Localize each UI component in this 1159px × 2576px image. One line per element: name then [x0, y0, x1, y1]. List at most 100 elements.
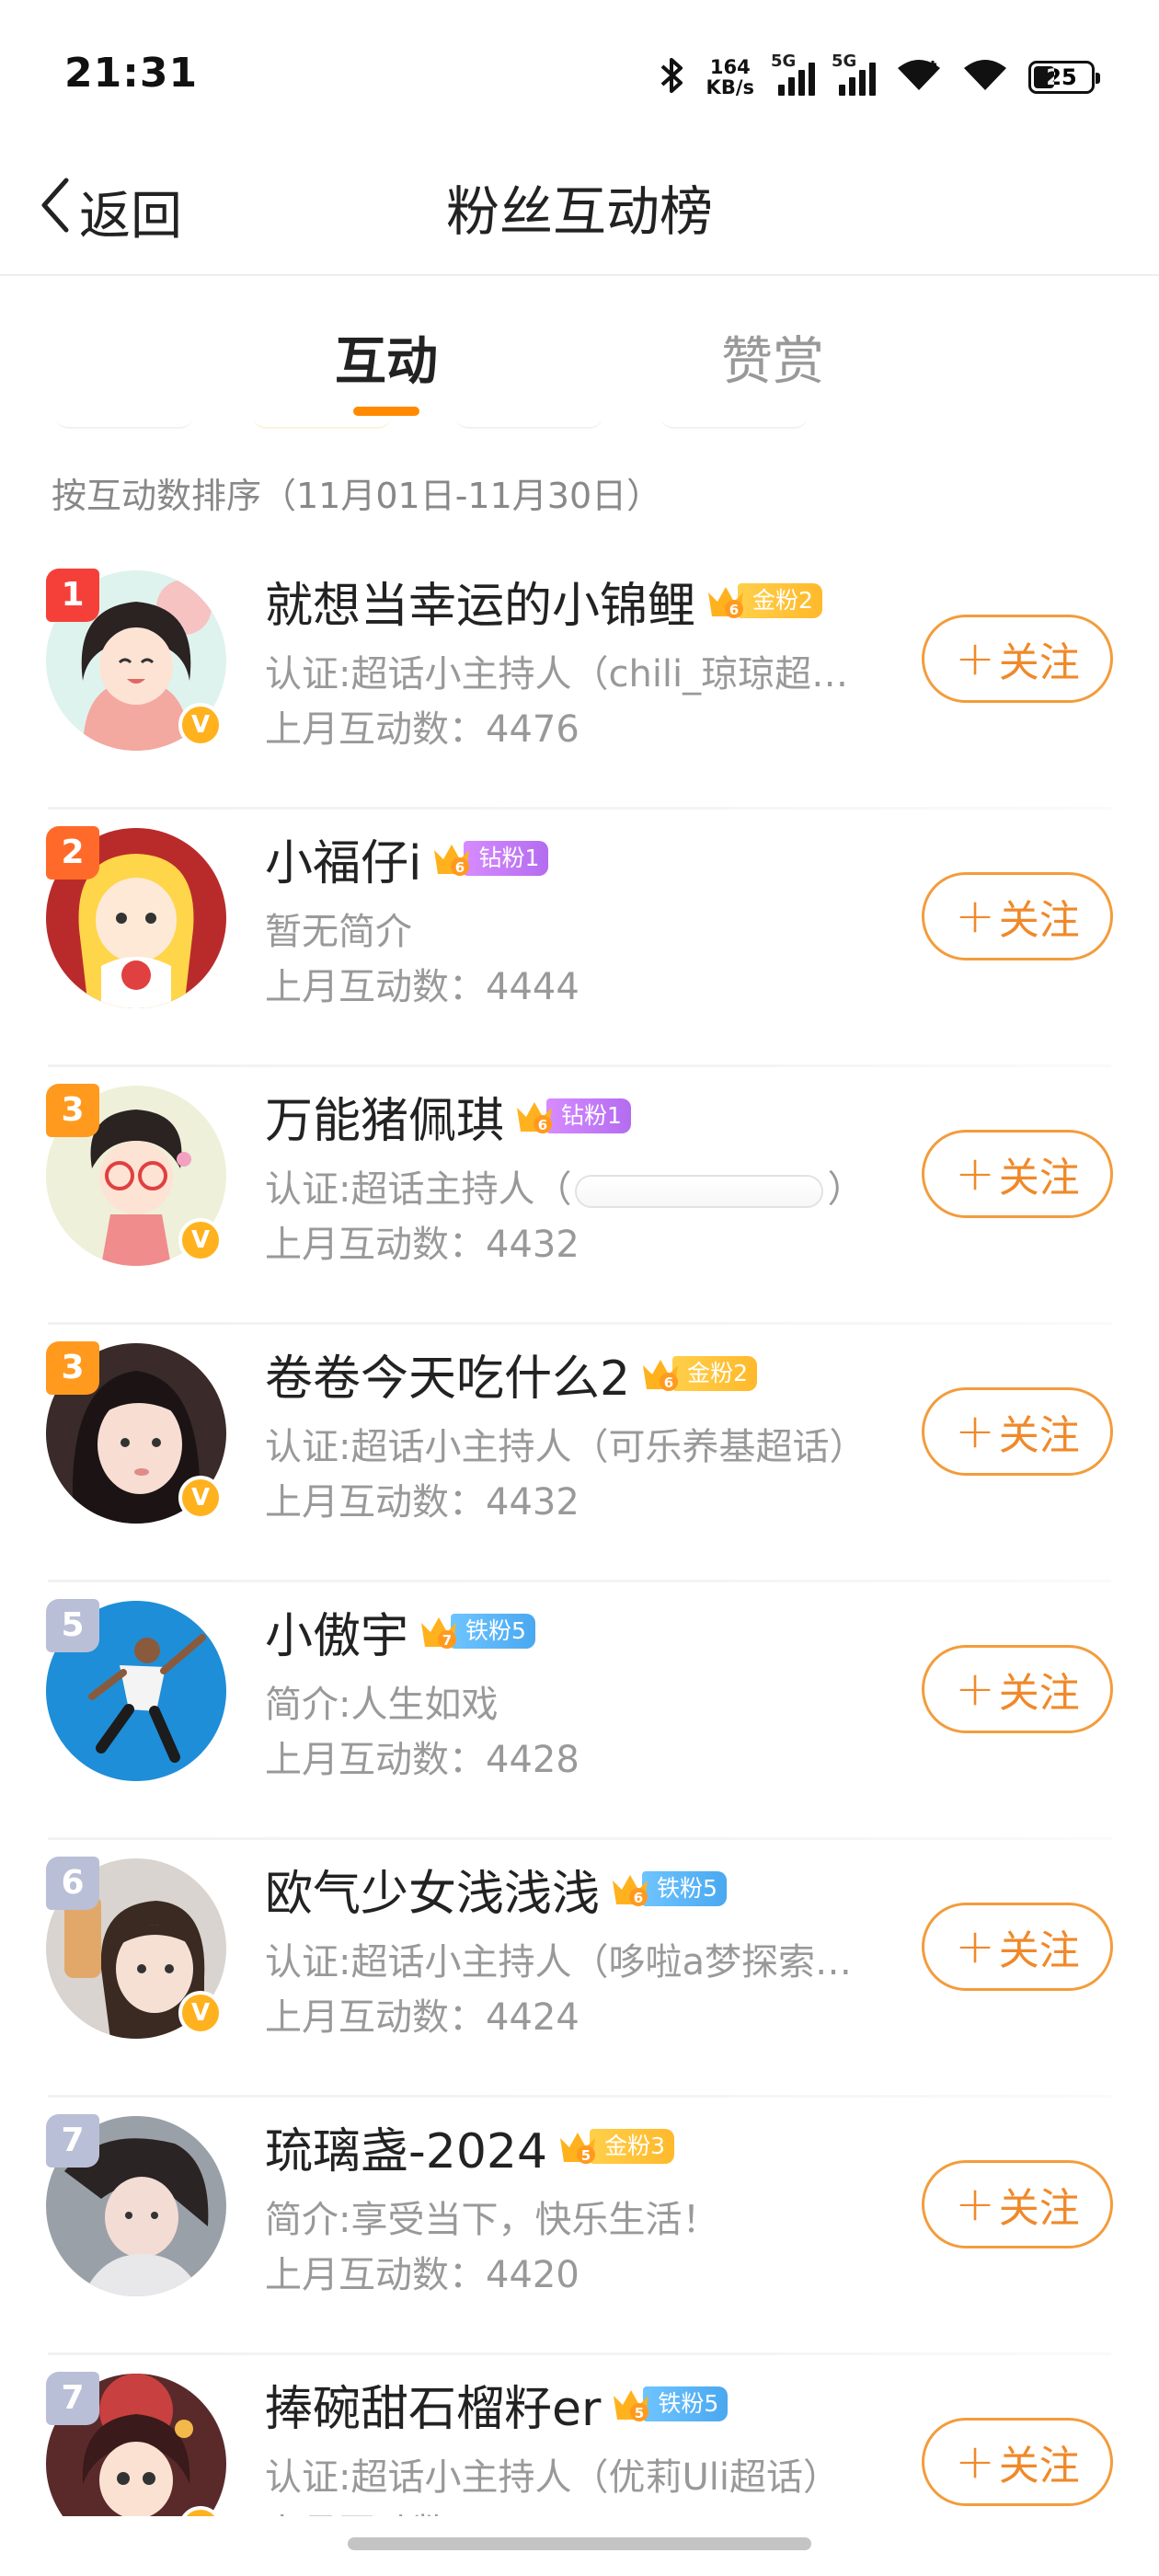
plus-icon: +	[955, 2434, 995, 2490]
tab-reward[interactable]: 赞赏	[662, 320, 883, 395]
list-item[interactable]: 3 V 卷卷今天吃什么2 6 金粉2 认证:超话小主持人（可乐养基超话） 上月互…	[0, 1325, 1159, 1582]
fan-level-badge: 6 钻粉1	[430, 837, 549, 880]
follow-button[interactable]: + 关注	[922, 615, 1113, 703]
crown-icon: 5	[610, 2383, 652, 2425]
verified-icon: V	[178, 703, 223, 747]
tab-bar: 互动 赞赏	[0, 276, 1159, 429]
list-item[interactable]: 6 V 欧气少女浅浅浅 6 铁粉5 认证:超话小主持人（哆啦a梦探索超话） 上月…	[0, 1840, 1159, 2098]
verified-icon: V	[178, 1476, 223, 1520]
fan-level-badge: 6 铁粉5	[609, 1868, 727, 1910]
list-item[interactable]: 1 V 就想当幸运的小锦鲤 6 金粉2 认证:超话小主持人（chili_琼琼超话…	[0, 552, 1159, 810]
plus-icon: +	[955, 631, 995, 686]
bluetooth-icon	[659, 55, 686, 99]
list-item[interactable]: 7 琉璃盏-2024 5 金粉3 简介:享受当下，快乐生活！ 上月互动数：442…	[0, 2098, 1159, 2355]
redacted-text	[575, 1175, 824, 1208]
follow-button[interactable]: + 关注	[922, 2418, 1113, 2506]
fan-name[interactable]: 小福仔i	[265, 824, 421, 893]
interaction-count: 上月互动数：4444	[265, 966, 580, 1008]
rank-badge: 5	[46, 1599, 99, 1652]
interaction-count: 上月互动数：4428	[265, 1739, 580, 1781]
list-item[interactable]: 3 V 万能猪佩琪 6 钻粉1 认证:超话主持人（ ） 上月互动数：4432 + 关…	[0, 1067, 1159, 1325]
rank-badge: 6	[46, 1857, 99, 1910]
fan-level-number: 7	[442, 1632, 452, 1649]
fan-level-number: 6	[729, 602, 739, 618]
fan-name[interactable]: 捧碗甜石榴籽er	[265, 2370, 601, 2439]
rank-badge: 3	[46, 1341, 99, 1395]
fan-level-number: 6	[634, 1890, 643, 1906]
status-bar: 21:31 164 KB/s 5G 5G 25	[0, 0, 1159, 147]
follow-label: 关注	[998, 2443, 1080, 2490]
fan-name[interactable]: 卷卷今天吃什么2	[265, 1340, 630, 1409]
follow-label: 关注	[998, 1412, 1080, 1459]
fan-description: 暂无简介	[265, 911, 412, 953]
fan-badge-label: 钻粉1	[464, 841, 549, 876]
battery-level: 25	[1046, 64, 1077, 90]
page-title: 粉丝互动榜	[445, 180, 713, 243]
plus-icon: +	[955, 1919, 995, 1974]
interaction-count: 上月互动数：4476	[265, 708, 580, 751]
status-icons: 164 KB/s 5G 5G 25	[659, 52, 1100, 101]
decorative-chip	[253, 416, 391, 429]
tab-interaction[interactable]: 互动	[276, 320, 497, 395]
follow-button[interactable]: + 关注	[922, 1903, 1113, 1991]
home-indicator[interactable]	[348, 2537, 811, 2550]
plus-icon: +	[955, 1662, 995, 1717]
fan-name[interactable]: 琉璃盏-2024	[265, 2112, 547, 2181]
fan-level-badge: 5 铁粉5	[610, 2383, 729, 2425]
verified-icon: V	[178, 1218, 223, 1262]
fan-badge-label: 钻粉1	[546, 1098, 631, 1133]
fan-badge-label: 铁粉5	[451, 1614, 535, 1649]
decorative-chip	[660, 416, 808, 429]
signal-label: 5G	[832, 52, 857, 71]
follow-label: 关注	[998, 1927, 1080, 1974]
interaction-count: 上月互动数：4424	[265, 1996, 580, 2039]
wifi-icon	[896, 57, 942, 98]
fan-name[interactable]: 就想当幸运的小锦鲤	[265, 567, 695, 636]
fan-level-number: 5	[581, 2147, 591, 2164]
battery-icon: 25	[1028, 61, 1100, 94]
fan-level-badge: 6 金粉2	[705, 580, 822, 622]
fan-description: 简介:人生如戏	[265, 1684, 499, 1726]
rank-badge: 1	[46, 569, 99, 622]
rank-badge: 7	[46, 2114, 99, 2168]
crown-icon: 7	[418, 1610, 460, 1652]
crown-icon: 6	[639, 1352, 682, 1395]
crown-icon: 6	[705, 580, 747, 622]
rank-badge: 3	[46, 1084, 99, 1137]
follow-label: 关注	[998, 2185, 1080, 2232]
follow-button[interactable]: + 关注	[922, 872, 1113, 960]
fan-level-badge: 6 金粉2	[639, 1352, 757, 1395]
fan-badge-label: 金粉2	[738, 583, 822, 618]
status-time: 21:31	[64, 50, 199, 97]
crown-icon: 6	[609, 1868, 651, 1910]
follow-button[interactable]: + 关注	[922, 1130, 1113, 1218]
fan-badge-label: 金粉2	[672, 1356, 757, 1391]
fan-level-badge: 6 钻粉1	[513, 1095, 631, 1137]
rank-badge: 7	[46, 2372, 99, 2425]
sort-note: 按互动数排序（11月01日-11月30日）	[52, 476, 662, 516]
fan-description: 简介:享受当下，快乐生活！	[265, 2199, 719, 2241]
fan-name[interactable]: 欧气少女浅浅浅	[265, 1855, 600, 1924]
fan-level-badge: 5 金粉3	[557, 2125, 675, 2168]
crown-icon: 6	[513, 1095, 556, 1137]
decorative-chip	[455, 416, 602, 429]
fan-level-number: 5	[635, 2405, 644, 2421]
plus-icon: +	[955, 889, 995, 944]
fan-description: 认证:超话小主持人（哆啦a梦探索超话）	[265, 1941, 881, 1984]
follow-button[interactable]: + 关注	[922, 1645, 1113, 1733]
fan-badge-label: 金粉3	[590, 2129, 675, 2164]
interaction-count: 上月互动数：4432	[265, 1481, 580, 1524]
follow-button[interactable]: + 关注	[922, 2160, 1113, 2248]
fan-badge-label: 铁粉5	[642, 1871, 727, 1906]
fan-description: 认证:超话主持人（ ）	[265, 1159, 881, 1213]
follow-button[interactable]: + 关注	[922, 1387, 1113, 1476]
fan-name[interactable]: 万能猪佩琪	[265, 1082, 504, 1151]
fan-level-badge: 7 铁粉5	[418, 1610, 535, 1652]
fan-level-number: 6	[455, 859, 465, 876]
follow-label: 关注	[998, 1155, 1080, 1202]
fan-badge-label: 铁粉5	[643, 2386, 729, 2421]
list-item[interactable]: 2 小福仔i 6 钻粉1 暂无简介 上月互动数：4444 + 关注	[0, 810, 1159, 1067]
fan-description: 认证:超话小主持人（chili_琼琼超话）	[265, 653, 881, 696]
list-item[interactable]: 5 小傲宇 7 铁粉5 简介:人生如戏 上月互动数：4428 + 关注	[0, 1582, 1159, 1840]
fan-name[interactable]: 小傲宇	[265, 1597, 408, 1666]
